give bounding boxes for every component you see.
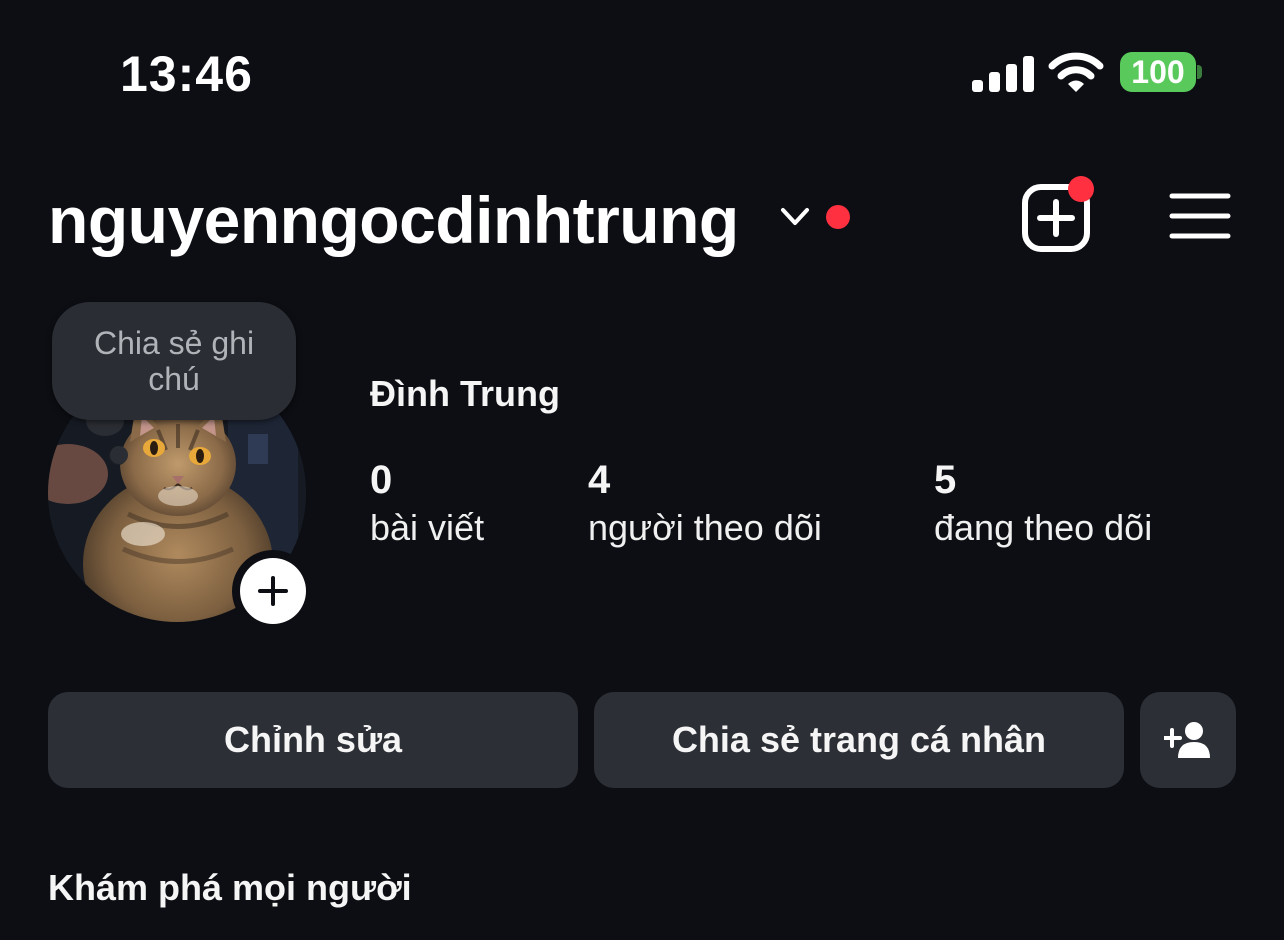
stat-posts-label: bài viết <box>370 507 485 548</box>
profile-display-name: Đình Trung <box>370 373 560 414</box>
discover-people-button[interactable] <box>1140 692 1236 788</box>
account-notification-dot <box>826 205 850 229</box>
battery-level: 100 <box>1131 54 1185 90</box>
stat-posts[interactable]: 0 bài viết <box>370 456 484 552</box>
menu-icon[interactable] <box>1168 190 1232 242</box>
share-note-bubble[interactable]: Chia sẻ ghi chú <box>52 302 296 420</box>
add-story-button[interactable] <box>240 558 306 624</box>
share-profile-label: Chia sẻ trang cá nhân <box>671 719 1047 760</box>
share-profile-button[interactable]: Chia sẻ trang cá nhân <box>594 692 1124 788</box>
stat-posts-value: 0 <box>370 458 393 502</box>
plus-icon <box>258 576 288 606</box>
person-add-icon <box>1164 722 1210 758</box>
wifi-icon <box>1048 52 1104 92</box>
stat-following[interactable]: 5 đang theo dõi <box>934 456 1152 552</box>
stat-followers[interactable]: 4 người theo dõi <box>588 456 822 552</box>
chevron-down-icon[interactable] <box>778 204 812 230</box>
edit-profile-button[interactable]: Chỉnh sửa <box>48 692 578 788</box>
battery-icon: 100 <box>1120 52 1196 92</box>
stat-following-value: 5 <box>934 458 957 502</box>
cellular-signal-icon <box>972 56 1034 92</box>
battery-nub <box>1197 65 1202 79</box>
edit-profile-label: Chỉnh sửa <box>223 719 403 760</box>
status-time: 13:46 <box>120 46 253 102</box>
stat-followers-label: người theo dõi <box>588 507 822 548</box>
stat-following-label: đang theo dõi <box>934 507 1153 548</box>
stat-followers-value: 4 <box>588 458 611 502</box>
note-bubble-tail <box>110 446 128 464</box>
share-note-text: Chia sẻ ghi chú <box>93 325 255 397</box>
account-username[interactable]: nguyenngocdinhtrung <box>48 180 739 260</box>
add-post-notification-dot <box>1068 176 1094 202</box>
discover-people-heading: Khám phá mọi người <box>48 867 412 908</box>
